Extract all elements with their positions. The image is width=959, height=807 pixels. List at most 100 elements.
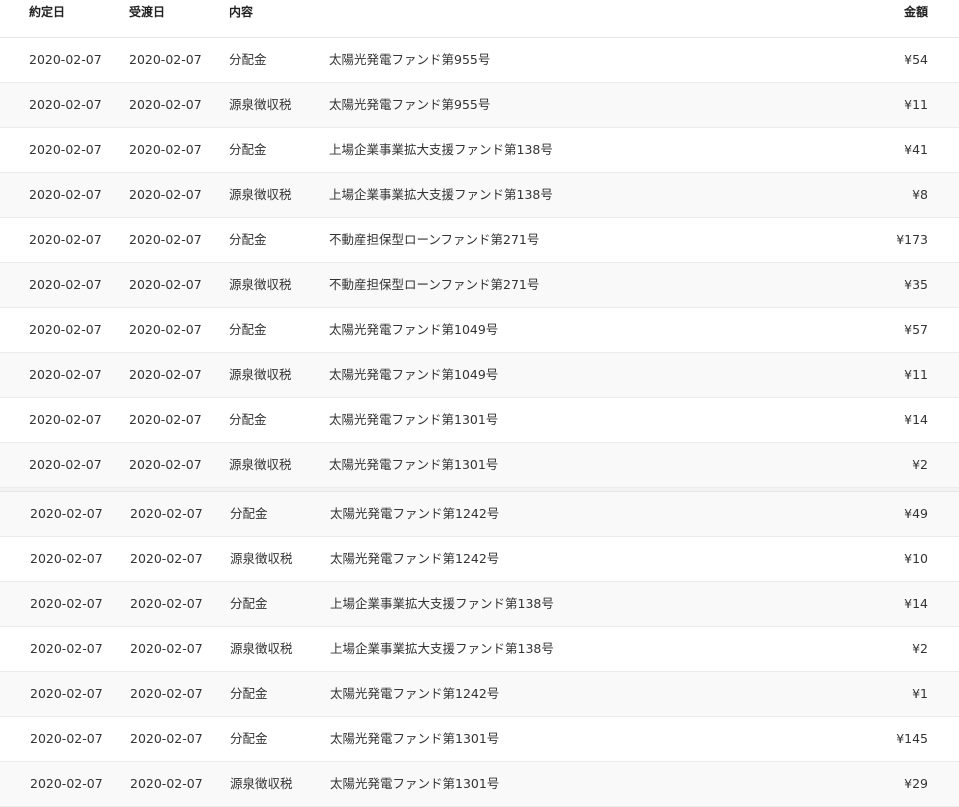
amount-cell: ¥11 (904, 97, 928, 112)
settlement-date-cell: 2020-02-07 (129, 232, 202, 247)
transaction-type-cell: 分配金 (229, 412, 267, 427)
transaction-type-cell: 分配金 (229, 142, 267, 157)
trade-date-cell: 2020-02-07 (30, 686, 103, 701)
table-row: 2020-02-07 2020-02-07 分配金 上場企業事業拡大支援ファンド… (0, 582, 959, 627)
table-row: 2020-02-07 2020-02-07 分配金 不動産担保型ローンファンド第… (0, 218, 959, 263)
table-row: 2020-02-07 2020-02-07 分配金 太陽光発電ファンド第1301… (0, 398, 959, 443)
fund-name-cell: 不動産担保型ローンファンド第271号 (329, 232, 540, 247)
settlement-date-cell: 2020-02-07 (130, 776, 203, 791)
table-row: 2020-02-07 2020-02-07 源泉徴収税 太陽光発電ファンド第13… (0, 762, 959, 807)
settlement-date-cell: 2020-02-07 (129, 412, 202, 427)
trade-date-cell: 2020-02-07 (29, 322, 102, 337)
transaction-table: 約定日 受渡日 内容 金額 2020-02-07 2020-02-07 分配金 … (0, 0, 959, 807)
fund-name-cell: 上場企業事業拡大支援ファンド第138号 (330, 641, 554, 656)
amount-cell: ¥54 (904, 52, 928, 67)
table-row: 2020-02-07 2020-02-07 源泉徴収税 上場企業事業拡大支援ファ… (0, 173, 959, 218)
table-row: 2020-02-07 2020-02-07 源泉徴収税 不動産担保型ローンファン… (0, 263, 959, 308)
amount-cell: ¥57 (904, 322, 928, 337)
trade-date-cell: 2020-02-07 (30, 776, 103, 791)
transaction-type-cell: 分配金 (230, 686, 268, 701)
amount-cell: ¥35 (904, 277, 928, 292)
fund-name-cell: 太陽光発電ファンド第1049号 (329, 322, 499, 337)
amount-cell: ¥10 (904, 551, 928, 566)
settlement-date-cell: 2020-02-07 (130, 506, 203, 521)
transaction-type-cell: 源泉徴収税 (229, 187, 292, 202)
settlement-date-cell: 2020-02-07 (129, 52, 202, 67)
transaction-type-cell: 分配金 (230, 731, 268, 746)
fund-name-cell: 上場企業事業拡大支援ファンド第138号 (330, 596, 554, 611)
table-row: 2020-02-07 2020-02-07 分配金 太陽光発電ファンド第1049… (0, 308, 959, 353)
settlement-date-cell: 2020-02-07 (129, 97, 202, 112)
settlement-date-cell: 2020-02-07 (129, 277, 202, 292)
table-row: 2020-02-07 2020-02-07 源泉徴収税 太陽光発電ファンド第12… (0, 537, 959, 582)
column-header-trade-date: 約定日 (29, 5, 66, 19)
table-row: 2020-02-07 2020-02-07 分配金 太陽光発電ファンド第1242… (0, 672, 959, 717)
fund-name-cell: 太陽光発電ファンド第1242号 (330, 686, 500, 701)
settlement-date-cell: 2020-02-07 (130, 596, 203, 611)
amount-cell: ¥11 (904, 367, 928, 382)
amount-cell: ¥29 (904, 776, 928, 791)
transaction-type-cell: 源泉徴収税 (230, 551, 293, 566)
table-row: 2020-02-07 2020-02-07 分配金 太陽光発電ファンド第955号… (0, 38, 959, 83)
fund-name-cell: 太陽光発電ファンド第1242号 (330, 551, 500, 566)
amount-cell: ¥2 (912, 457, 928, 472)
fund-name-cell: 上場企業事業拡大支援ファンド第138号 (329, 142, 553, 157)
trade-date-cell: 2020-02-07 (29, 187, 102, 202)
settlement-date-cell: 2020-02-07 (130, 686, 203, 701)
trade-date-cell: 2020-02-07 (30, 596, 103, 611)
settlement-date-cell: 2020-02-07 (130, 731, 203, 746)
trade-date-cell: 2020-02-07 (30, 641, 103, 656)
trade-date-cell: 2020-02-07 (30, 551, 103, 566)
trade-date-cell: 2020-02-07 (29, 232, 102, 247)
column-header-amount: 金額 (903, 5, 928, 19)
fund-name-cell: 太陽光発電ファンド第1301号 (329, 412, 499, 427)
settlement-date-cell: 2020-02-07 (129, 322, 202, 337)
table-header: 約定日 受渡日 内容 金額 (0, 0, 959, 38)
settlement-date-cell: 2020-02-07 (129, 187, 202, 202)
amount-cell: ¥1 (912, 686, 928, 701)
transaction-type-cell: 分配金 (229, 52, 267, 67)
transaction-type-cell: 源泉徴収税 (229, 367, 292, 382)
table-row: 2020-02-07 2020-02-07 源泉徴収税 太陽光発電ファンド第13… (0, 443, 959, 488)
settlement-date-cell: 2020-02-07 (129, 457, 202, 472)
trade-date-cell: 2020-02-07 (29, 412, 102, 427)
transaction-type-cell: 源泉徴収税 (229, 457, 292, 472)
trade-date-cell: 2020-02-07 (29, 367, 102, 382)
amount-cell: ¥145 (896, 731, 928, 746)
table-row: 2020-02-07 2020-02-07 源泉徴収税 上場企業事業拡大支援ファ… (0, 627, 959, 672)
settlement-date-cell: 2020-02-07 (129, 367, 202, 382)
fund-name-cell: 太陽光発電ファンド第1242号 (330, 506, 500, 521)
trade-date-cell: 2020-02-07 (29, 277, 102, 292)
trade-date-cell: 2020-02-07 (29, 457, 102, 472)
table-body-continued: 2020-02-07 2020-02-07 分配金 太陽光発電ファンド第1242… (0, 492, 959, 807)
fund-name-cell: 太陽光発電ファンド第1301号 (329, 457, 499, 472)
transaction-type-cell: 分配金 (230, 596, 268, 611)
table-row: 2020-02-07 2020-02-07 分配金 上場企業事業拡大支援ファンド… (0, 128, 959, 173)
trade-date-cell: 2020-02-07 (30, 731, 103, 746)
amount-cell: ¥41 (904, 142, 928, 157)
amount-cell: ¥173 (896, 232, 928, 247)
amount-cell: ¥14 (904, 596, 928, 611)
table-row: 2020-02-07 2020-02-07 源泉徴収税 太陽光発電ファンド第10… (0, 353, 959, 398)
table-row: 2020-02-07 2020-02-07 分配金 太陽光発電ファンド第1301… (0, 717, 959, 762)
fund-name-cell: 太陽光発電ファンド第955号 (329, 97, 491, 112)
transaction-type-cell: 分配金 (229, 322, 267, 337)
amount-cell: ¥49 (904, 506, 928, 521)
amount-cell: ¥14 (904, 412, 928, 427)
fund-name-cell: 太陽光発電ファンド第955号 (329, 52, 491, 67)
transaction-type-cell: 源泉徴収税 (229, 97, 292, 112)
fund-name-cell: 太陽光発電ファンド第1049号 (329, 367, 499, 382)
trade-date-cell: 2020-02-07 (29, 52, 102, 67)
table-row: 2020-02-07 2020-02-07 分配金 太陽光発電ファンド第1242… (0, 492, 959, 537)
settlement-date-cell: 2020-02-07 (130, 551, 203, 566)
fund-name-cell: 太陽光発電ファンド第1301号 (330, 776, 500, 791)
transaction-type-cell: 分配金 (229, 232, 267, 247)
settlement-date-cell: 2020-02-07 (129, 142, 202, 157)
transaction-type-cell: 分配金 (230, 506, 268, 521)
amount-cell: ¥2 (912, 641, 928, 656)
table-row: 2020-02-07 2020-02-07 源泉徴収税 太陽光発電ファンド第95… (0, 83, 959, 128)
transaction-type-cell: 源泉徴収税 (230, 641, 293, 656)
transaction-type-cell: 源泉徴収税 (230, 776, 293, 791)
fund-name-cell: 太陽光発電ファンド第1301号 (330, 731, 500, 746)
transaction-type-cell: 源泉徴収税 (229, 277, 292, 292)
